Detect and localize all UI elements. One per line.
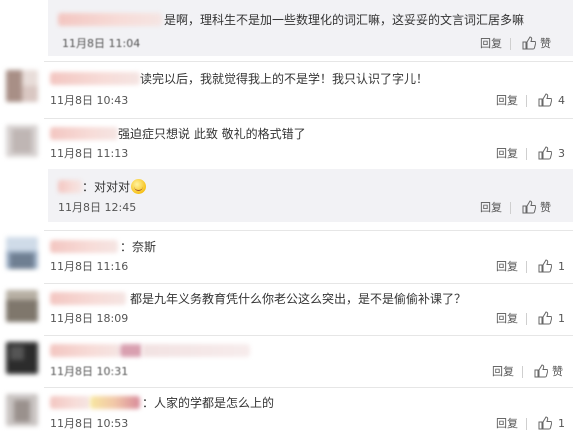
like-count: 1 bbox=[558, 260, 565, 273]
comment-timestamp: 11月8日 10:53 bbox=[50, 417, 129, 430]
username-blurred[interactable] bbox=[50, 344, 120, 357]
comment-text: 是啊，理科生不是加一些数理化的词汇嘛，这妥妥的文言词汇居多嘛 bbox=[164, 13, 525, 27]
comment-timestamp: 11月8日 18:09 bbox=[50, 312, 129, 325]
comment-timestamp: 11月8日 11:16 bbox=[50, 260, 129, 273]
thumbs-up-icon[interactable] bbox=[538, 146, 552, 160]
action-divider bbox=[522, 366, 523, 378]
action-divider bbox=[526, 261, 527, 273]
username-blurred[interactable] bbox=[50, 72, 140, 85]
divider bbox=[44, 61, 573, 62]
action-divider bbox=[510, 38, 511, 50]
divider bbox=[44, 230, 573, 231]
thumbs-up-icon[interactable] bbox=[522, 200, 536, 214]
username-blurred[interactable] bbox=[90, 396, 140, 409]
like-button[interactable]: 赞 bbox=[552, 365, 563, 379]
comment-text: ：奈斯 bbox=[120, 240, 157, 254]
comment-timestamp: 11月8日 10:43 bbox=[50, 94, 129, 107]
comment-timestamp: 11月8日 11:13 bbox=[50, 147, 129, 160]
thumbs-up-icon[interactable] bbox=[522, 36, 536, 50]
reply-button[interactable]: 回复 bbox=[492, 365, 514, 379]
like-button[interactable]: 赞 bbox=[540, 37, 551, 51]
reply-text: ：对对对 bbox=[82, 180, 131, 194]
action-divider bbox=[510, 202, 511, 214]
action-divider bbox=[526, 148, 527, 160]
divider bbox=[44, 283, 573, 284]
thumbs-up-icon[interactable] bbox=[538, 311, 552, 325]
thumbs-up-icon[interactable] bbox=[538, 93, 552, 107]
reply-button[interactable]: 回复 bbox=[496, 94, 518, 108]
username-blurred[interactable] bbox=[50, 240, 118, 253]
like-count: 1 bbox=[558, 312, 565, 325]
username-blurred[interactable] bbox=[50, 292, 126, 305]
avatar[interactable] bbox=[6, 237, 38, 269]
action-divider bbox=[526, 95, 527, 107]
divider bbox=[44, 387, 573, 388]
comment-text: 强迫症只想说 此致 敬礼的格式错了 bbox=[118, 127, 306, 141]
comment-timestamp: 11月8日 11:04 bbox=[62, 37, 141, 50]
comment-text: 都是九年义务教育凭什么你老公这么突出，是不是偷偷补课了？ bbox=[130, 292, 467, 306]
reply-button[interactable]: 回复 bbox=[496, 312, 518, 326]
divider bbox=[44, 118, 573, 119]
avatar[interactable] bbox=[6, 290, 38, 322]
reply-button[interactable]: 回复 bbox=[480, 201, 502, 215]
avatar[interactable] bbox=[6, 394, 38, 426]
grinning-face-emoji bbox=[131, 179, 147, 194]
divider bbox=[44, 335, 573, 336]
reply-button[interactable]: 回复 bbox=[496, 147, 518, 161]
thumbs-up-icon[interactable] bbox=[538, 259, 552, 273]
thumbs-up-icon[interactable] bbox=[534, 364, 548, 378]
like-count: 1 bbox=[558, 417, 565, 430]
comment-text: ：人家的学都是怎么上的 bbox=[142, 396, 275, 410]
comment-text-blurred bbox=[142, 344, 250, 357]
action-divider bbox=[526, 313, 527, 325]
comment-text-blurred bbox=[120, 344, 142, 357]
comment-timestamp: 11月8日 12:45 bbox=[58, 201, 137, 214]
username-blurred[interactable] bbox=[58, 13, 162, 26]
avatar[interactable] bbox=[6, 70, 38, 102]
like-count: 4 bbox=[558, 94, 565, 107]
avatar[interactable] bbox=[6, 342, 38, 374]
like-count: 3 bbox=[558, 147, 565, 160]
reply-button[interactable]: 回复 bbox=[496, 417, 518, 431]
username-blurred[interactable] bbox=[58, 180, 82, 193]
comment-text: ：对对对 bbox=[82, 179, 147, 195]
like-button[interactable]: 赞 bbox=[540, 201, 551, 215]
comment-text: 读完以后，我就觉得我上的不是学！我只认识了字儿！ bbox=[140, 72, 429, 86]
action-divider bbox=[526, 418, 527, 430]
reply-button[interactable]: 回复 bbox=[480, 37, 502, 51]
comment-timestamp: 11月8日 10:31 bbox=[50, 365, 129, 378]
reply-button[interactable]: 回复 bbox=[496, 260, 518, 274]
username-blurred[interactable] bbox=[50, 127, 118, 140]
username-blurred[interactable] bbox=[50, 396, 90, 409]
avatar[interactable] bbox=[6, 125, 38, 157]
thumbs-up-icon[interactable] bbox=[538, 416, 552, 430]
